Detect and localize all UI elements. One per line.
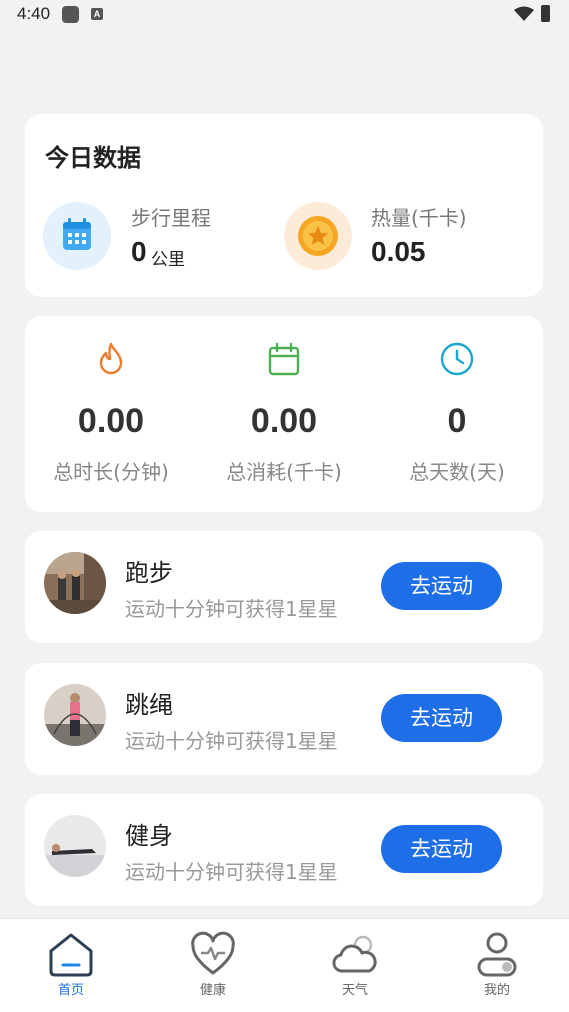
status-bar: 4:40 A: [0, 0, 569, 30]
go-exercise-button[interactable]: 去运动: [381, 694, 502, 742]
wifi-icon: [514, 6, 534, 21]
go-exercise-button[interactable]: 去运动: [381, 825, 502, 873]
tab-health-label: 健康: [199, 983, 226, 998]
total-consumption-value: 0.00: [250, 402, 318, 440]
tab-home-label: 首页: [57, 983, 84, 998]
clock-icon: [440, 342, 474, 376]
total-consumption-label: 总消耗(千卡): [226, 460, 342, 484]
notification-a-icon: A: [91, 8, 103, 20]
home-icon: [49, 933, 93, 977]
battery-icon: [541, 5, 550, 22]
steps-label: 步行里程: [131, 206, 211, 230]
tab-mine[interactable]: 我的: [426, 919, 568, 1012]
tab-mine-label: 我的: [483, 983, 510, 998]
total-days-value: 0: [447, 402, 467, 440]
total-duration-value: 0.00: [77, 402, 145, 440]
total-duration: 0.00 总时长(分钟): [25, 316, 197, 512]
tab-home[interactable]: 首页: [0, 919, 142, 1012]
exercise-name: 跳绳: [125, 691, 173, 719]
total-consumption: 0.00 总消耗(千卡): [198, 316, 370, 512]
total-days-label: 总天数(天): [409, 460, 505, 484]
calories-icon-bg: [284, 202, 352, 270]
tab-health[interactable]: 健康: [142, 919, 284, 1012]
calories-value: 0.05: [371, 236, 426, 267]
heart-pulse-icon: [191, 931, 235, 975]
total-days: 0 总天数(天): [371, 316, 543, 512]
exercise-desc: 运动十分钟可获得1星星: [125, 729, 338, 753]
fitness-photo: [44, 815, 106, 877]
exercise-name: 跑步: [125, 559, 173, 587]
go-exercise-button[interactable]: 去运动: [381, 562, 502, 610]
steps-unit: 公里: [151, 250, 185, 270]
calendar-grid-icon: [63, 218, 91, 250]
calendar-icon: [268, 342, 300, 376]
steps-value: 0: [131, 236, 147, 267]
status-time: 4:40: [17, 4, 51, 23]
coin-star-icon: [298, 216, 338, 256]
flame-icon: [99, 342, 123, 375]
today-title: 今日数据: [45, 144, 141, 172]
exercise-card-fitness: 健身 运动十分钟可获得1星星 去运动: [25, 794, 543, 906]
total-duration-label: 总时长(分钟): [53, 460, 169, 484]
profile-icon: [477, 932, 517, 977]
exercise-card-running: 跑步 运动十分钟可获得1星星 去运动: [25, 531, 543, 643]
exercise-card-jump-rope: 跳绳 运动十分钟可获得1星星 去运动: [25, 663, 543, 775]
tab-weather[interactable]: 天气: [284, 919, 426, 1012]
tab-weather-label: 天气: [341, 983, 368, 998]
notification-app-icon: [62, 6, 79, 23]
exercise-name: 健身: [125, 822, 173, 850]
cloud-icon: [332, 935, 377, 973]
steps-icon-bg: [43, 202, 111, 270]
exercise-desc: 运动十分钟可获得1星星: [125, 860, 338, 884]
totals-card: 0.00 总时长(分钟) 0.00 总消耗(千卡) 0 总天数(天): [25, 316, 543, 512]
today-data-card: 今日数据 步行里程 0 公里 热量(千卡) 0.05: [25, 114, 543, 297]
running-photo: [44, 552, 106, 614]
bottom-tab-bar: 首页 健康 天气 我的: [0, 918, 569, 1012]
calories-label: 热量(千卡): [371, 206, 467, 230]
jump-rope-photo: [44, 684, 106, 746]
exercise-desc: 运动十分钟可获得1星星: [125, 597, 338, 621]
